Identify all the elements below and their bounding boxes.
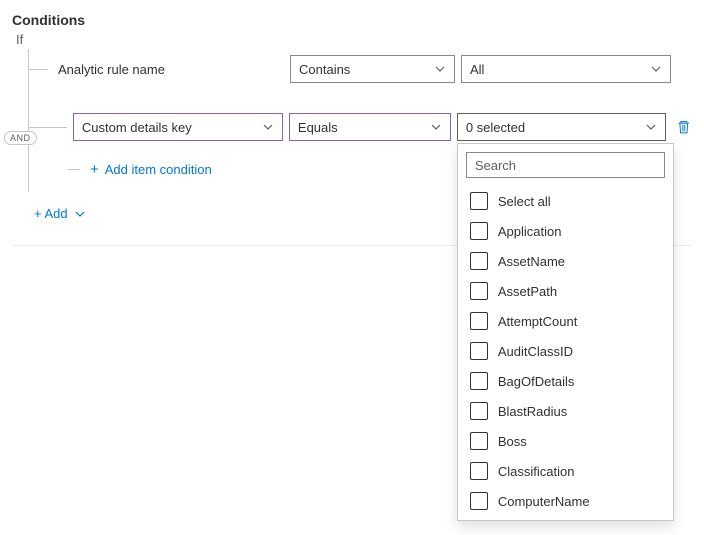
add-item-condition[interactable]: + Add item condition bbox=[86, 153, 212, 186]
checkbox[interactable] bbox=[470, 222, 488, 240]
option-label: AuditClassID bbox=[498, 344, 573, 359]
checkbox[interactable] bbox=[470, 192, 488, 210]
option[interactable]: AssetName bbox=[458, 246, 673, 276]
option[interactable]: BagOfDetails bbox=[458, 366, 673, 396]
option[interactable]: AttemptCount bbox=[458, 306, 673, 336]
option-label: BagOfDetails bbox=[498, 374, 575, 389]
options-list[interactable]: Select all Application AssetName AssetPath A… bbox=[458, 186, 673, 520]
option[interactable]: BlastRadius bbox=[458, 396, 673, 426]
if-label: If bbox=[16, 32, 692, 47]
option-label: Boss bbox=[498, 434, 527, 449]
option-label: Select all bbox=[498, 194, 551, 209]
option[interactable]: Select all bbox=[458, 186, 673, 216]
chevron-down-icon bbox=[430, 121, 442, 133]
dropdown-panel: Select all Application AssetName AssetPath A… bbox=[457, 143, 674, 521]
checkbox[interactable] bbox=[470, 282, 488, 300]
chevron-down-icon bbox=[650, 63, 662, 75]
condition-row: Analytic rule name Contains All bbox=[20, 49, 692, 89]
and-badge: AND bbox=[4, 131, 37, 145]
option[interactable]: ComputerName bbox=[458, 486, 673, 516]
checkbox[interactable] bbox=[470, 252, 488, 270]
plus-icon: + bbox=[90, 161, 99, 178]
connector bbox=[28, 69, 48, 70]
connector bbox=[68, 169, 80, 170]
operator-select[interactable]: Equals bbox=[289, 113, 451, 141]
search-wrap bbox=[458, 144, 673, 186]
add-item-label: Add item condition bbox=[105, 162, 212, 177]
option[interactable]: AssetPath bbox=[458, 276, 673, 306]
multiselect-value: 0 selected bbox=[466, 120, 525, 135]
operator-value: Contains bbox=[299, 62, 350, 77]
chevron-down-icon bbox=[434, 63, 446, 75]
property-label: Analytic rule name bbox=[54, 62, 284, 77]
option-label: AssetName bbox=[498, 254, 565, 269]
condition-row: Custom details key Equals 0 selected Sel… bbox=[20, 107, 692, 147]
option-label: BlastRadius bbox=[498, 404, 567, 419]
conditions-tree: AND Analytic rule name Contains All Cust… bbox=[12, 49, 692, 192]
trash-icon[interactable] bbox=[676, 119, 692, 135]
checkbox[interactable] bbox=[470, 402, 488, 420]
chevron-down-icon bbox=[645, 121, 657, 133]
checkbox[interactable] bbox=[470, 432, 488, 450]
operator-select[interactable]: Contains bbox=[290, 55, 455, 83]
checkbox[interactable] bbox=[470, 462, 488, 480]
option-label: AssetPath bbox=[498, 284, 557, 299]
add-label: + Add bbox=[34, 206, 68, 221]
operator-value: Equals bbox=[298, 120, 338, 135]
checkbox[interactable] bbox=[470, 372, 488, 390]
search-input[interactable] bbox=[466, 152, 665, 178]
checkbox[interactable] bbox=[470, 312, 488, 330]
chevron-down-icon bbox=[262, 121, 274, 133]
connector bbox=[28, 127, 67, 128]
section-title: Conditions bbox=[12, 12, 692, 28]
option[interactable]: Boss bbox=[458, 426, 673, 456]
option-label: Application bbox=[498, 224, 562, 239]
option[interactable]: AuditClassID bbox=[458, 336, 673, 366]
checkbox[interactable] bbox=[470, 342, 488, 360]
property-value: Custom details key bbox=[82, 120, 192, 135]
option-label: ComputerName bbox=[498, 494, 590, 509]
property-select[interactable]: Custom details key bbox=[73, 113, 283, 141]
value-text: All bbox=[470, 62, 484, 77]
option-label: AttemptCount bbox=[498, 314, 578, 329]
option[interactable]: Classification bbox=[458, 456, 673, 486]
option[interactable]: Application bbox=[458, 216, 673, 246]
multiselect[interactable]: 0 selected Select allApplicationAssetNam… bbox=[457, 113, 667, 141]
chevron-down-icon bbox=[74, 208, 86, 220]
value-select[interactable]: All bbox=[461, 55, 671, 83]
checkbox[interactable] bbox=[470, 492, 488, 510]
option-label: Classification bbox=[498, 464, 575, 479]
